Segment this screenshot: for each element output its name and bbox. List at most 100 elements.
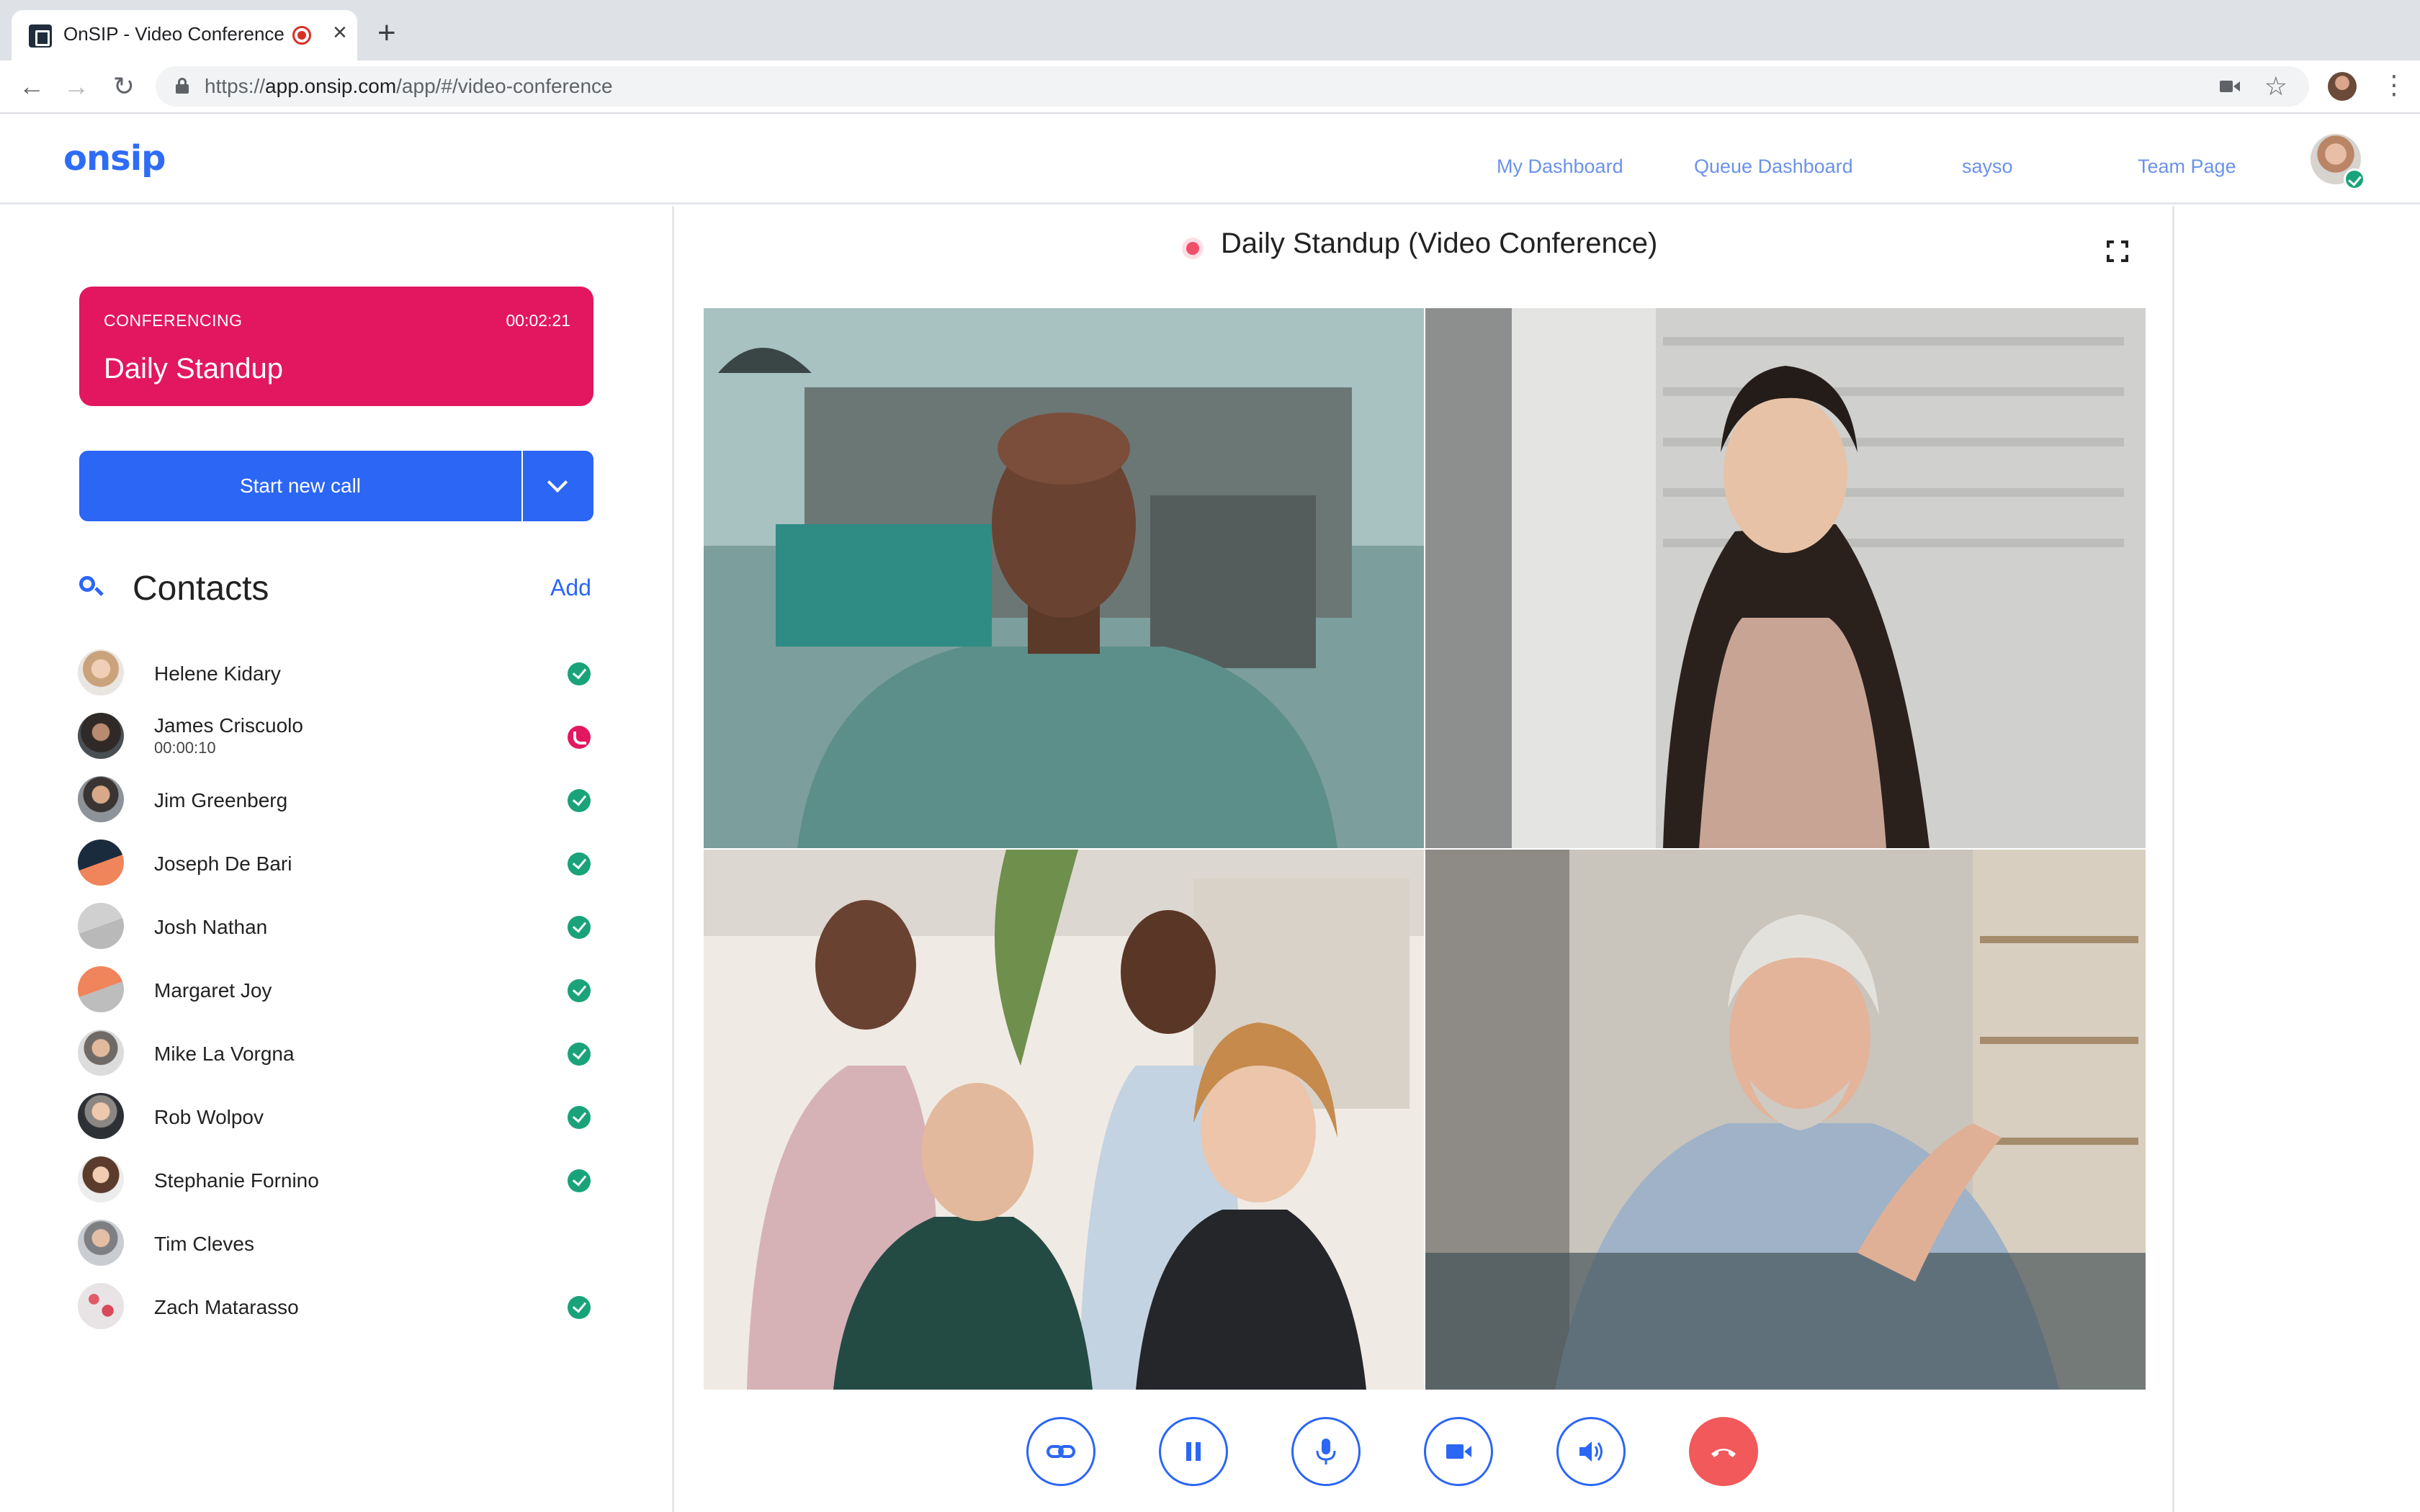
contact-item[interactable]: Rob Wolpov (78, 1090, 596, 1148)
start-new-call-button[interactable]: Start new call (79, 451, 521, 521)
avatar (78, 1220, 124, 1266)
contact-item[interactable]: Josh Nathan (78, 900, 596, 958)
available-status-icon (568, 1296, 591, 1319)
add-contact-link[interactable]: Add (550, 575, 591, 601)
search-icon[interactable] (79, 576, 104, 600)
participant-video[interactable] (704, 850, 1424, 1390)
avatar (78, 1283, 124, 1329)
camera-in-use-icon[interactable] (2220, 79, 2240, 94)
contacts-heading: Contacts (133, 570, 269, 608)
call-duration: 00:00:10 (154, 739, 216, 757)
speaker-button[interactable] (1556, 1417, 1626, 1486)
avatar (78, 713, 124, 759)
video-camera-icon (1446, 1444, 1471, 1459)
contact-name: Joseph De Bari (154, 852, 292, 875)
contact-item[interactable]: Helene Kidary (78, 647, 596, 704)
microphone-icon (1316, 1439, 1336, 1464)
reload-icon[interactable]: ↻ (108, 71, 140, 102)
nav-sayso[interactable]: sayso (1962, 156, 2013, 178)
bookmark-star-icon[interactable]: ☆ (2264, 72, 2287, 101)
contact-item[interactable]: Mike La Vorgna (78, 1027, 596, 1084)
mute-button[interactable] (1291, 1417, 1361, 1486)
contact-item[interactable]: James Criscuolo 00:00:10 (78, 710, 596, 768)
hold-button[interactable] (1159, 1417, 1228, 1486)
live-indicator-icon (1186, 242, 1199, 255)
avatar (78, 1030, 124, 1076)
contact-name: Zach Matarasso (154, 1296, 299, 1318)
video-grid (704, 308, 2146, 1390)
video-toggle-button[interactable] (1424, 1417, 1493, 1486)
avatar (78, 1093, 124, 1139)
available-status-icon (2344, 168, 2365, 190)
contact-item[interactable]: Stephanie Fornino (78, 1153, 596, 1211)
contact-name: Helene Kidary (154, 662, 281, 685)
browser-profile-avatar[interactable] (2328, 72, 2357, 101)
contact-name: Rob Wolpov (154, 1106, 264, 1128)
nav-queue-dashboard[interactable]: Queue Dashboard (1694, 156, 1853, 178)
contact-item[interactable]: Margaret Joy (78, 963, 596, 1021)
contact-item[interactable]: Zach Matarasso (78, 1280, 596, 1338)
available-status-icon (568, 916, 591, 939)
available-status-icon (568, 789, 591, 812)
nav-team-page[interactable]: Team Page (2138, 156, 2236, 178)
close-tab-icon[interactable]: × (333, 20, 347, 45)
browser-tab[interactable]: OnSIP - Video Conference × (12, 10, 357, 60)
call-controls (1026, 1417, 1761, 1489)
avatar (78, 966, 124, 1012)
avatar (78, 840, 124, 886)
conference-name: Daily Standup (104, 353, 284, 384)
conference-status: CONFERENCING (104, 311, 243, 330)
link-icon (1047, 1445, 1075, 1458)
app-header: onsip My Dashboard Queue Dashboard sayso… (0, 114, 2420, 204)
conference-title: Daily Standup (Video Conference) (1221, 228, 1658, 259)
hang-up-button[interactable] (1689, 1417, 1758, 1486)
speaker-icon (1579, 1441, 1603, 1462)
recording-indicator-icon (292, 26, 311, 45)
participant-video[interactable] (1425, 850, 2146, 1390)
forward-arrow-icon[interactable]: → (60, 71, 92, 102)
onsip-favicon-icon (29, 24, 52, 48)
participant-video-frame (704, 308, 1424, 848)
avatar (78, 903, 124, 949)
available-status-icon (568, 1043, 591, 1066)
available-status-icon (568, 662, 591, 685)
active-conference-card[interactable]: CONFERENCING 00:02:21 Daily Standup (79, 287, 593, 406)
contact-name: Josh Nathan (154, 916, 268, 938)
contact-item[interactable]: Tim Cleves (78, 1217, 596, 1274)
contact-item[interactable]: Jim Greenberg (78, 773, 596, 831)
onsip-logo[interactable]: onsip (63, 138, 166, 179)
conference-panel: Daily Standup (Video Conference) (676, 206, 2174, 1512)
on-call-phone-icon[interactable] (568, 726, 591, 749)
participant-video[interactable] (704, 308, 1424, 848)
available-status-icon (568, 1169, 591, 1192)
participant-video-frame (1425, 308, 2146, 848)
contact-item[interactable]: Joseph De Bari (78, 837, 596, 894)
back-arrow-icon[interactable]: ← (16, 71, 48, 102)
sidebar: CONFERENCING 00:02:21 Daily Standup Star… (0, 206, 674, 1512)
start-call-options-button[interactable] (523, 451, 593, 521)
new-tab-icon[interactable]: + (377, 17, 396, 49)
lock-icon (176, 78, 189, 94)
participant-video[interactable] (1425, 308, 2146, 848)
fullscreen-icon[interactable] (2107, 240, 2128, 262)
hangup-icon (1711, 1449, 1736, 1457)
participant-video-frame (704, 850, 1424, 1390)
avatar (78, 776, 124, 822)
contact-name: Margaret Joy (154, 979, 272, 1002)
available-status-icon (568, 979, 591, 1002)
contact-name: Tim Cleves (154, 1233, 254, 1255)
pause-icon (1186, 1442, 1201, 1461)
chevron-down-icon (547, 472, 568, 493)
address-bar[interactable]: https://app.onsip.com/app/#/video-confer… (156, 66, 2309, 107)
participant-video-frame (1425, 850, 2146, 1390)
url-text: https://app.onsip.com/app/#/video-confer… (205, 75, 613, 97)
contact-name: Stephanie Fornino (154, 1169, 319, 1192)
contact-name: Mike La Vorgna (154, 1043, 295, 1065)
available-status-icon (568, 1106, 591, 1129)
copy-link-button[interactable] (1026, 1417, 1095, 1486)
contact-name: Jim Greenberg (154, 789, 288, 811)
browser-menu-icon[interactable]: ⋮ (2381, 69, 2407, 101)
nav-my-dashboard[interactable]: My Dashboard (1497, 156, 1623, 178)
avatar (78, 649, 124, 696)
browser-toolbar: ← → ↻ https://app.onsip.com/app/#/video-… (0, 60, 2420, 114)
